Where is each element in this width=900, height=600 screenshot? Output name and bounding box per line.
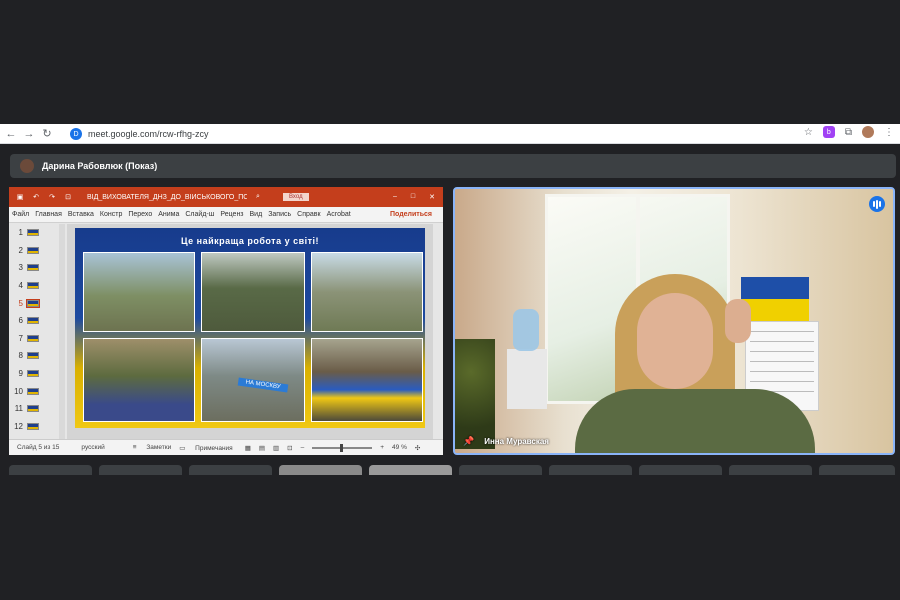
slideshow-icon[interactable]: ⊡ — [287, 444, 292, 452]
participant-name-tag: 📌 Инна Муравская — [463, 436, 549, 447]
slide-thumb[interactable] — [27, 405, 39, 413]
participant-thumb[interactable] — [369, 465, 452, 475]
video-plant — [455, 339, 495, 449]
login-button[interactable]: Вход — [283, 193, 309, 201]
participant-thumb[interactable] — [189, 465, 272, 475]
normal-view-icon[interactable]: ▦ — [245, 444, 251, 452]
participant-thumb[interactable] — [9, 465, 92, 475]
notes-button[interactable]: ≡ Заметки — [133, 444, 171, 451]
slide-thumb[interactable] — [27, 264, 39, 272]
comments-button[interactable]: ▭ Примечания — [179, 444, 232, 452]
participant-thumb[interactable] — [639, 465, 722, 475]
slide-thumb[interactable] — [27, 229, 39, 237]
menu-icon[interactable]: ⋮ — [884, 127, 894, 138]
extensions-icon[interactable]: ⧉ — [845, 127, 852, 138]
ext-b-icon[interactable]: b — [822, 126, 835, 138]
language-indicator[interactable]: русский — [81, 444, 104, 451]
address-bar[interactable]: D meet.google.com/rcw-rfhg-zcy — [70, 126, 209, 142]
forward-icon[interactable]: → — [22, 127, 36, 141]
slide-thumb[interactable] — [27, 282, 39, 290]
back-icon[interactable]: ← — [4, 127, 18, 141]
ribbon-tabs: Файл Главная Вставка Констр Перехо Анима… — [9, 207, 443, 223]
tab-transitions[interactable]: Перехо — [125, 211, 155, 218]
shared-screen: ▣ ↶ ↷ ⊡ ВІД_ВИХОВАТЕЛЯ_ДНЗ_ДО_ВІЙСЬКОВОГ… — [9, 187, 443, 455]
presenter-label: Дарина Рабовлюк (Показ) — [42, 161, 158, 171]
profile-avatar[interactable] — [862, 126, 874, 138]
participant-thumb[interactable] — [819, 465, 895, 475]
participant-thumb[interactable] — [99, 465, 182, 475]
participant-thumb[interactable] — [279, 465, 362, 475]
participant-tile: 📌 Инна Муравская — [453, 187, 895, 455]
slide-photo — [83, 252, 195, 332]
tab-review[interactable]: Реценз — [217, 211, 246, 218]
slide-counter: Слайд 5 из 15 — [17, 444, 60, 451]
file-name: ВІД_ВИХОВАТЕЛЯ_ДНЗ_ДО_ВІЙСЬКОВОГО_ПСИ... — [87, 193, 247, 201]
sorter-view-icon[interactable]: ▤ — [259, 444, 265, 452]
tab-animations[interactable]: Анима — [155, 211, 182, 218]
browser-toolbar: ← → ↻ D meet.google.com/rcw-rfhg-zcy ☆ b… — [0, 124, 900, 144]
tab-design[interactable]: Констр — [97, 211, 125, 218]
video-water-cooler — [513, 309, 539, 351]
slide-photo — [311, 252, 423, 332]
slide-thumb[interactable] — [27, 334, 39, 342]
minimize-icon[interactable]: – — [393, 193, 397, 201]
close-icon[interactable]: ✕ — [429, 193, 435, 201]
tab-help[interactable]: Справк — [294, 211, 323, 218]
zoom-out-icon[interactable]: – — [301, 444, 305, 451]
participant-name: Инна Муравская — [484, 437, 549, 446]
tab-view[interactable]: Вид — [247, 211, 266, 218]
search-icon[interactable]: ⌕ — [253, 193, 263, 201]
ppt-titlebar: ▣ ↶ ↷ ⊡ ВІД_ВИХОВАТЕЛЯ_ДНЗ_ДО_ВІЙСЬКОВОГ… — [9, 187, 443, 207]
reading-view-icon[interactable]: ▥ — [273, 444, 279, 452]
redo-icon[interactable]: ↷ — [47, 193, 57, 201]
maximize-icon[interactable]: □ — [411, 193, 415, 201]
slide-thumb[interactable] — [27, 317, 39, 325]
thumbs-scrollbar[interactable] — [59, 224, 65, 439]
tab-insert[interactable]: Вставка — [65, 211, 97, 218]
slide-thumb[interactable] — [27, 387, 39, 395]
tab-file[interactable]: Файл — [9, 211, 32, 218]
save-icon[interactable]: ▣ — [15, 193, 25, 201]
video-person — [575, 259, 815, 453]
slide-thumb[interactable] — [27, 370, 39, 378]
slide-photo: НА МОСКВУ — [201, 338, 305, 422]
video-cooler-base — [507, 349, 547, 409]
tab-home[interactable]: Главная — [32, 211, 65, 218]
zoom-slider[interactable] — [312, 443, 373, 452]
tab-record[interactable]: Запись — [265, 211, 294, 218]
site-icon: D — [70, 128, 82, 140]
slide-thumb[interactable] — [26, 298, 40, 308]
current-slide: Це найкраща робота у світі! НА МОСКВУ — [75, 228, 425, 428]
sign-text: НА МОСКВУ — [237, 377, 289, 393]
undo-icon[interactable]: ↶ — [31, 193, 41, 201]
reload-icon[interactable]: ↻ — [40, 127, 54, 141]
slide-photo — [311, 338, 423, 422]
present-icon[interactable]: ⊡ — [63, 193, 73, 201]
slide-thumb[interactable] — [27, 422, 39, 430]
participant-thumb[interactable] — [459, 465, 542, 475]
slide-canvas: Це найкраща робота у світі! НА МОСКВУ — [67, 224, 433, 439]
tab-slideshow[interactable]: Слайд-ш — [182, 211, 217, 218]
slide-photo — [83, 338, 195, 422]
slide-photo — [201, 252, 305, 332]
speaking-indicator-icon — [869, 196, 885, 212]
slide-thumb[interactable] — [27, 352, 39, 360]
participant-thumb[interactable] — [729, 465, 812, 475]
slide-title: Це найкраща робота у світі! — [180, 236, 320, 246]
slide-scrollbar[interactable] — [433, 224, 443, 439]
zoom-level[interactable]: 49 % — [392, 444, 407, 451]
star-icon[interactable]: ☆ — [804, 127, 813, 138]
tab-acrobat[interactable]: Acrobat — [324, 211, 354, 218]
status-bar: Слайд 5 из 15 русский ≡ Заметки ▭ Примеч… — [9, 439, 443, 455]
zoom-in-icon[interactable]: + — [380, 444, 384, 451]
fit-icon[interactable]: ✣ — [415, 444, 420, 452]
share-button[interactable]: Поделиться — [387, 211, 435, 218]
url-text[interactable]: meet.google.com/rcw-rfhg-zcy — [88, 129, 209, 139]
presenter-bar: Дарина Рабовлюк (Показ) — [10, 154, 896, 178]
presenter-avatar — [20, 159, 34, 173]
participant-thumb[interactable] — [549, 465, 632, 475]
slide-thumb[interactable] — [27, 246, 39, 254]
pin-icon[interactable]: 📌 — [463, 436, 474, 447]
